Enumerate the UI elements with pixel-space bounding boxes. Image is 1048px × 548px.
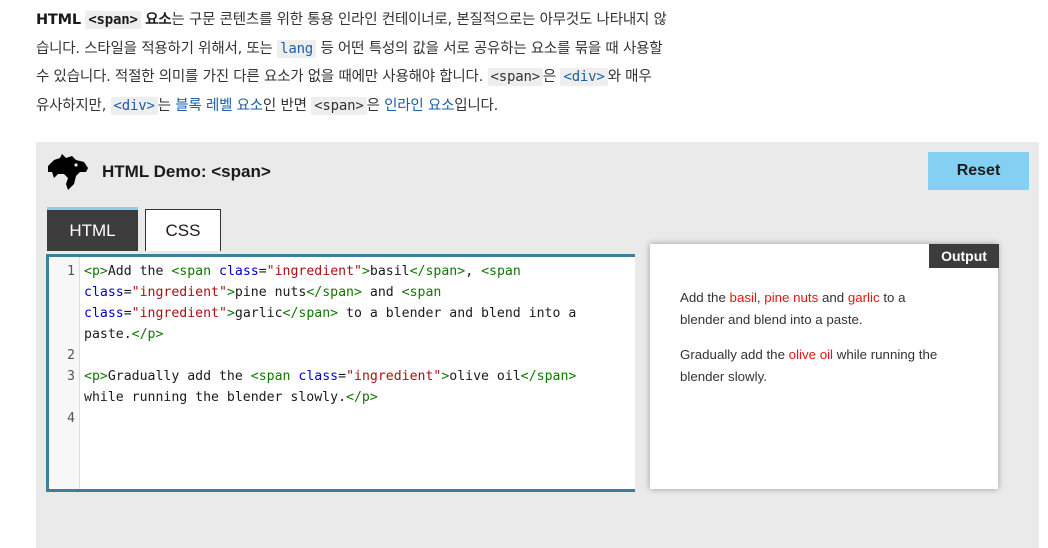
line-number [49, 324, 75, 345]
tab-html[interactable]: HTML [47, 207, 138, 251]
code-editor[interactable]: 1 2 3 4 <p>Add the <span class="ingredie… [46, 254, 635, 492]
code-line[interactable]: while running the blender slowly.</p> [84, 387, 635, 408]
demo-title: HTML Demo: <span> [102, 162, 271, 181]
inline-element-link[interactable]: 인라인 요소 [384, 98, 454, 114]
output-content: Add the basil, pine nuts and garlic to a… [680, 287, 940, 401]
code-line[interactable]: paste.</p> [84, 324, 635, 345]
output-paragraph-2: Gradually add the olive oil while runnin… [680, 344, 940, 387]
ingredient-olive-oil: olive oil [788, 347, 834, 362]
intro-text: 습니다. 스타일을 적용하기 위해서, 또는 [36, 40, 273, 57]
ingredient-garlic: garlic [847, 290, 880, 305]
intro-line-2: 습니다. 스타일을 적용하기 위해서, 또는 lang 등 어떤 특성의 값을 … [36, 35, 726, 64]
code-line[interactable]: class="ingredient">pine nuts</span> and … [84, 282, 635, 303]
code-content[interactable]: <p>Add the <span class="ingredient">basi… [80, 257, 635, 489]
editor-tabs: HTML CSS [47, 207, 221, 251]
intro-code-span: <span> [311, 96, 367, 115]
intro-text: 는 구문 콘텐츠를 위한 통용 인라인 컨테이너로, 본질적으로는 아무것도 나… [171, 12, 667, 28]
interactive-demo: HTML Demo: <span> Reset HTML CSS 1 2 3 4… [36, 142, 1039, 548]
line-number: 1 [67, 264, 75, 279]
intro-text: 와 매우 [607, 69, 652, 85]
intro-paragraph: HTML <span> 요소는 구문 콘텐츠를 위한 통용 인라인 컨테이너로,… [36, 6, 726, 120]
intro-line-4: 유사하지만, <div> 는 블록 레벨 요소인 반면 <span> 은 인라인 요… [36, 92, 726, 121]
line-number: 4 [67, 411, 75, 426]
output-text: Add the [680, 290, 730, 305]
intro-text: 수 있습니다. 적절한 의미를 가진 다른 요소가 없을 때에만 사용해야 합니… [36, 69, 484, 85]
code-line[interactable]: <p>Add the <span class="ingredient">basi… [84, 261, 635, 282]
block-level-element-link[interactable]: 블록 레벨 요소 [175, 98, 263, 114]
intro-code-span: <span> [487, 68, 543, 86]
intro-code-span: <span> [85, 11, 141, 29]
line-number [49, 387, 75, 408]
code-line[interactable] [84, 408, 635, 429]
intro-line-3: 수 있습니다. 적절한 의미를 가진 다른 요소가 없을 때에만 사용해야 합니… [36, 63, 726, 92]
line-number: 3 [67, 369, 75, 384]
code-line[interactable]: class="ingredient">garlic</span> to a bl… [84, 303, 635, 324]
ingredient-pine-nuts: pine nuts [764, 290, 819, 305]
demo-header: HTML Demo: <span> [46, 152, 271, 192]
intro-text: 는 [157, 97, 171, 114]
intro-text: 인 반면 [262, 97, 307, 114]
intro-text: 은 [366, 97, 380, 114]
line-number-gutter: 1 2 3 4 [49, 257, 80, 489]
line-number [49, 282, 75, 303]
code-line[interactable] [84, 345, 635, 366]
ingredient-basil: basil [729, 290, 757, 305]
mdn-dinosaur-icon [48, 154, 88, 190]
output-text: and [818, 290, 848, 305]
intro-text: 은 [542, 69, 557, 85]
output-paragraph-1: Add the basil, pine nuts and garlic to a… [680, 287, 940, 330]
line-number: 2 [67, 348, 75, 363]
intro-text: 입니다. [454, 97, 499, 114]
intro-text: 등 어떤 특성의 값을 서로 공유하는 요소를 묶을 때 사용할 [320, 40, 663, 57]
intro-code-lang-link[interactable]: lang [277, 39, 317, 58]
intro-element-word: 요소 [145, 12, 172, 28]
intro-code-div-link[interactable]: <div> [560, 68, 608, 86]
code-line[interactable]: <p>Gradually add the <span class="ingred… [84, 366, 635, 387]
intro-code-div-link[interactable]: <div> [110, 96, 158, 115]
tab-css[interactable]: CSS [145, 209, 221, 251]
intro-html-word: HTML [36, 12, 81, 28]
output-label: Output [929, 244, 999, 268]
line-number [49, 303, 75, 324]
intro-line-1: HTML <span> 요소는 구문 콘텐츠를 위한 통용 인라인 컨테이너로,… [36, 6, 726, 35]
output-text: Gradually add the [680, 347, 789, 362]
reset-button[interactable]: Reset [928, 152, 1029, 190]
intro-text: 유사하지만, [36, 97, 107, 114]
